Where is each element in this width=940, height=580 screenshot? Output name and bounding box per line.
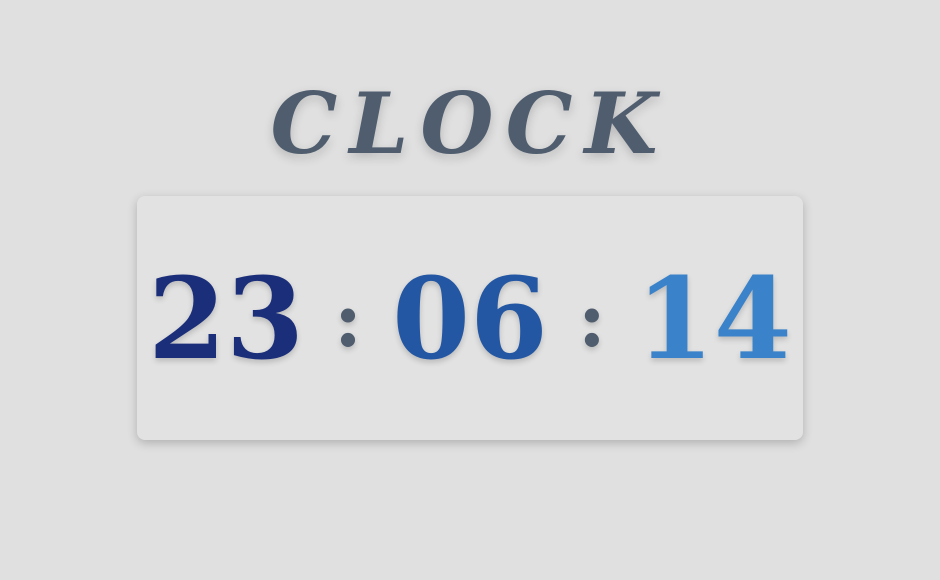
minutes-value: 06 — [392, 254, 548, 385]
clock-title: CLOCK — [270, 74, 670, 173]
time-row: 23 : 06 : 14 — [148, 264, 792, 376]
seconds-value: 14 — [635, 254, 792, 385]
hours-value: 23 — [148, 254, 304, 385]
time-separator: : — [577, 275, 606, 364]
time-separator: : — [334, 275, 363, 364]
clock-display: 23 : 06 : 14 — [137, 196, 803, 440]
